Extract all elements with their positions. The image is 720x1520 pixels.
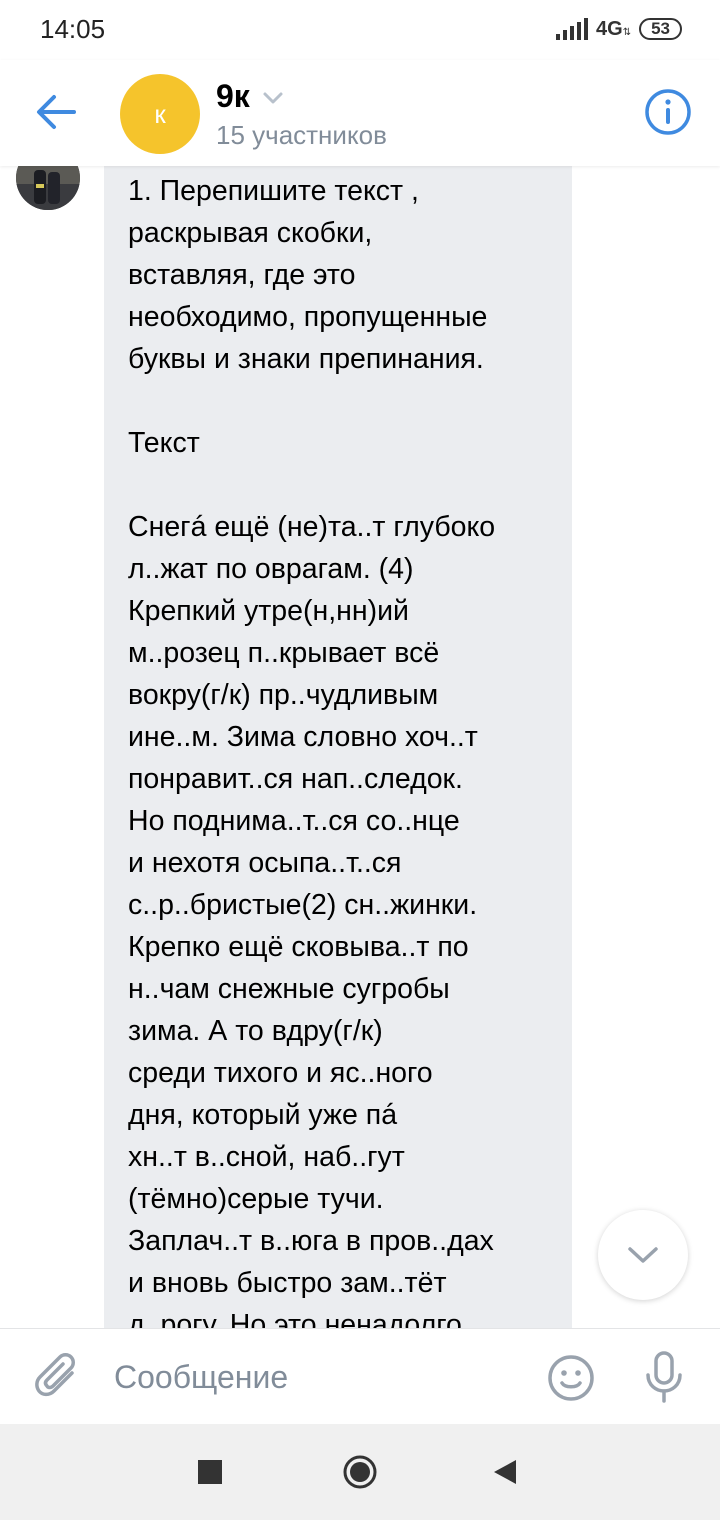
chat-members-count: 15 участников [216, 120, 387, 150]
network-label: 4G [596, 17, 623, 40]
status-icons: 4G⇅ 53 [556, 14, 682, 44]
battery-icon: 53 [639, 18, 682, 40]
message-text: 1. Перепишите текст , раскрывая скобки, … [128, 175, 496, 1328]
chevron-down-icon[interactable] [262, 90, 284, 106]
arrow-left-icon[interactable] [30, 86, 82, 138]
smile-icon[interactable] [546, 1353, 596, 1403]
sender-avatar[interactable] [16, 166, 80, 210]
battery-level: 53 [651, 19, 670, 38]
avatar-photo [16, 166, 80, 210]
message-input[interactable] [114, 1353, 514, 1401]
screen: 14:05 4G⇅ 53 к 9к 15 участников 1. Переп… [0, 0, 720, 1520]
microphone-icon[interactable] [640, 1349, 688, 1405]
home-button[interactable] [342, 1454, 378, 1490]
status-bar: 14:05 4G⇅ 53 [0, 0, 720, 60]
chat-avatar[interactable]: к [120, 74, 200, 154]
paperclip-icon[interactable] [34, 1351, 80, 1403]
network-type: 4G⇅ [596, 17, 632, 40]
message-composer [0, 1328, 720, 1425]
scroll-down-button[interactable] [598, 1210, 688, 1300]
system-back-button[interactable] [492, 1458, 518, 1486]
recents-button[interactable] [198, 1460, 222, 1484]
signal-icon [556, 18, 588, 40]
message-list[interactable]: 1. Перепишите текст , раскрывая скобки, … [0, 166, 720, 1328]
chat-header: к 9к 15 участников [0, 60, 720, 166]
chevron-down-icon [628, 1247, 658, 1263]
system-nav-bar [0, 1424, 720, 1520]
info-icon[interactable] [644, 88, 692, 136]
chat-title[interactable]: 9к [216, 78, 250, 115]
status-time: 14:05 [40, 14, 106, 44]
